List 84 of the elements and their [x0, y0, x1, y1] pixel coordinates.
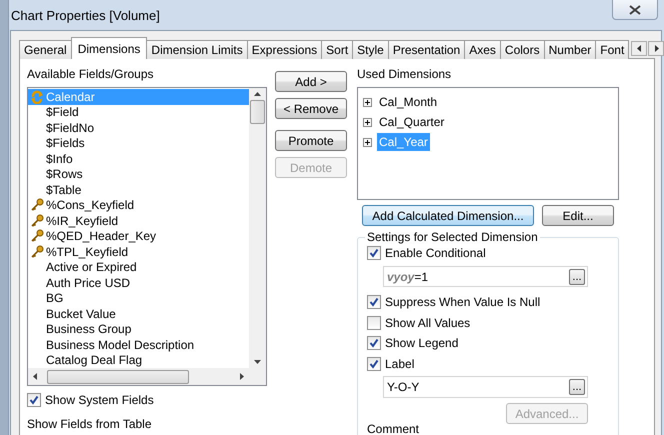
checkbox-row[interactable]: Suppress When Value Is Null [367, 292, 618, 312]
checkbox-row[interactable]: Label [367, 354, 618, 374]
list-item[interactable]: Cal_Quarter [377, 113, 446, 131]
list-item[interactable]: %QED_Header_Key [28, 228, 249, 244]
checkbox-row[interactable]: Show Legend [367, 334, 618, 353]
list-item[interactable]: Business Group [28, 322, 249, 337]
list-item[interactable]: Bucket Value [28, 306, 249, 322]
list-item[interactable]: BG [28, 290, 249, 306]
expression-field[interactable]: Y-O-Y ... [383, 376, 588, 398]
checkbox-label: Show All Values [385, 316, 470, 330]
left-arrow-icon [636, 45, 642, 52]
list-item[interactable]: %IR_Keyfield [28, 213, 249, 228]
list-item[interactable]: Cal_Month [377, 93, 440, 111]
list-item[interactable]: $FieldNo [28, 120, 249, 136]
list-item[interactable]: $Table [28, 182, 249, 198]
checkbox[interactable] [367, 356, 381, 371]
section-label: Comment [367, 422, 420, 435]
list-item[interactable]: Business Model Description [28, 337, 249, 352]
tab[interactable]: Number [544, 40, 596, 59]
action-button[interactable]: < Remove [275, 98, 347, 119]
checkbox-row[interactable]: Show All Values [367, 313, 618, 332]
close-button[interactable] [612, 0, 658, 20]
section-label: Show Fields from Table [27, 417, 152, 431]
right-arrow-icon[interactable] [240, 373, 244, 380]
tab[interactable]: General [19, 40, 72, 59]
action-button[interactable]: Edit... [542, 205, 614, 226]
list-item[interactable]: Catalog Deal Flag [28, 352, 249, 368]
key-icon [30, 198, 44, 212]
tab[interactable]: Dimension Limits [146, 40, 248, 59]
list-item[interactable]: %TPL_Keyfield [28, 244, 249, 260]
close-icon [629, 4, 641, 14]
list-item[interactable]: Auth Price USD [28, 275, 249, 290]
list-item[interactable]: $Field [28, 104, 249, 120]
key-icon [30, 229, 44, 244]
tab[interactable]: Style [352, 40, 389, 59]
left-arrow-icon[interactable] [33, 373, 37, 380]
cycle-arrows-icon [30, 90, 44, 104]
section-label: Available Fields/Groups [27, 67, 155, 81]
list-item[interactable]: %Cons_Keyfield [28, 198, 249, 213]
checkbox-row[interactable]: Show System Fields [27, 390, 267, 409]
checkbox[interactable] [27, 392, 41, 406]
checkbox[interactable] [367, 336, 381, 350]
checkbox-label: Show Legend [385, 336, 458, 350]
list-item[interactable]: Active or Expired [28, 260, 249, 275]
action-button[interactable]: Add > [275, 71, 347, 92]
window-title: Chart Properties [Volume] [11, 8, 160, 22]
action-button[interactable]: Promote [275, 130, 347, 151]
vertical-scrollbar[interactable] [249, 88, 266, 368]
tab[interactable]: Colors [500, 40, 545, 59]
checkbox-label: Label [385, 356, 414, 371]
tab[interactable]: Sort [321, 40, 354, 59]
tab[interactable]: Font [595, 40, 630, 59]
checkbox-label: Enable Conditional [385, 246, 486, 260]
checkbox[interactable] [367, 316, 381, 330]
browse-button[interactable]: ... [569, 268, 585, 285]
tab[interactable]: Dimensions [70, 37, 148, 59]
checkbox-label: Show System Fields [45, 392, 154, 406]
key-icon [30, 214, 44, 228]
list-item[interactable]: $Fields [28, 136, 249, 151]
checkbox[interactable] [367, 294, 381, 309]
tab[interactable]: Axes [464, 40, 501, 59]
expression-field[interactable]: vyoy=1 ... [383, 266, 588, 288]
expand-icon[interactable] [363, 118, 372, 126]
up-arrow-icon[interactable] [254, 92, 261, 96]
checkbox-label: Suppress When Value Is Null [385, 294, 540, 309]
right-arrow-icon [654, 45, 659, 52]
browse-button[interactable]: ... [569, 379, 585, 396]
checkbox[interactable] [367, 246, 381, 260]
list-item[interactable]: $Rows [28, 166, 249, 182]
scroll-thumb[interactable] [250, 100, 265, 124]
checkbox-row[interactable]: Enable Conditional [367, 244, 618, 263]
action-button[interactable]: Add Calculated Dimension... [362, 205, 534, 226]
key-icon [30, 244, 44, 259]
down-arrow-icon[interactable] [254, 360, 261, 364]
group-title: Settings for Selected Dimension [365, 230, 540, 244]
scroll-left-button[interactable] [631, 41, 648, 56]
expand-icon[interactable] [363, 138, 372, 146]
tab[interactable]: Expressions [246, 40, 322, 59]
scroll-right-button[interactable] [648, 41, 664, 56]
scroll-thumb[interactable] [47, 370, 189, 384]
tab[interactable]: Presentation [388, 40, 466, 59]
list-item[interactable]: $Info [28, 151, 249, 166]
expand-icon[interactable] [363, 98, 372, 106]
section-label: Used Dimensions [357, 67, 452, 81]
